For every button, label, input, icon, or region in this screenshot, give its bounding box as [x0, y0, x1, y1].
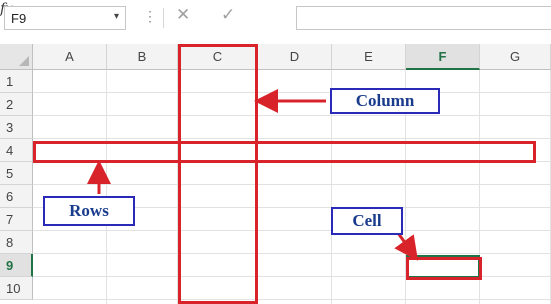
cell-highlight — [406, 257, 482, 280]
column-header-f[interactable]: F — [406, 44, 480, 70]
cell-label: Cell — [331, 207, 403, 235]
column-header-a[interactable]: A — [33, 44, 107, 70]
enter-icon[interactable]: ✓ — [221, 5, 235, 25]
column-highlight — [178, 44, 258, 304]
row-header-7[interactable]: 7 — [0, 208, 33, 231]
row-header-4[interactable]: 4 — [0, 139, 33, 162]
row-header-5[interactable]: 5 — [0, 162, 33, 185]
rows-label: Rows — [43, 196, 135, 226]
column-header-b[interactable]: B — [107, 44, 178, 70]
grid-row-line — [33, 138, 551, 139]
formula-input[interactable] — [296, 6, 551, 30]
grid-column-line — [106, 70, 107, 304]
row-header-8[interactable]: 8 — [0, 231, 33, 254]
column-label: Column — [330, 88, 440, 114]
grid-row-line — [33, 184, 551, 185]
cancel-icon[interactable]: ✕ — [176, 5, 190, 25]
formula-bar-grip-icon: ⋮ — [143, 8, 157, 24]
grid-row-line — [33, 230, 551, 231]
name-box-dropdown-icon[interactable]: ▾ — [114, 11, 119, 22]
grid-row-line — [33, 115, 551, 116]
row-header-1[interactable]: 1 — [0, 70, 33, 93]
select-all-icon — [19, 56, 29, 66]
row-header-2[interactable]: 2 — [0, 93, 33, 116]
grid-row-line — [33, 299, 551, 300]
name-box-value: F9 — [11, 11, 27, 26]
formula-bar-divider — [163, 8, 164, 28]
formula-bar: F9 ▾ ⋮ ✕ ✓ fx — [0, 0, 551, 38]
grid-row-line — [33, 92, 551, 93]
grid-row-line — [33, 253, 551, 254]
column-header-g[interactable]: G — [480, 44, 551, 70]
row-header-9[interactable]: 9 — [0, 254, 33, 277]
row-header-3[interactable]: 3 — [0, 116, 33, 139]
name-box[interactable]: F9 ▾ — [4, 6, 126, 30]
row-highlight — [33, 141, 536, 163]
column-header-e[interactable]: E — [332, 44, 406, 70]
row-header-6[interactable]: 6 — [0, 185, 33, 208]
column-header-d[interactable]: D — [258, 44, 332, 70]
select-all-button[interactable] — [0, 44, 33, 70]
row-header-10[interactable]: 10 — [0, 277, 33, 300]
